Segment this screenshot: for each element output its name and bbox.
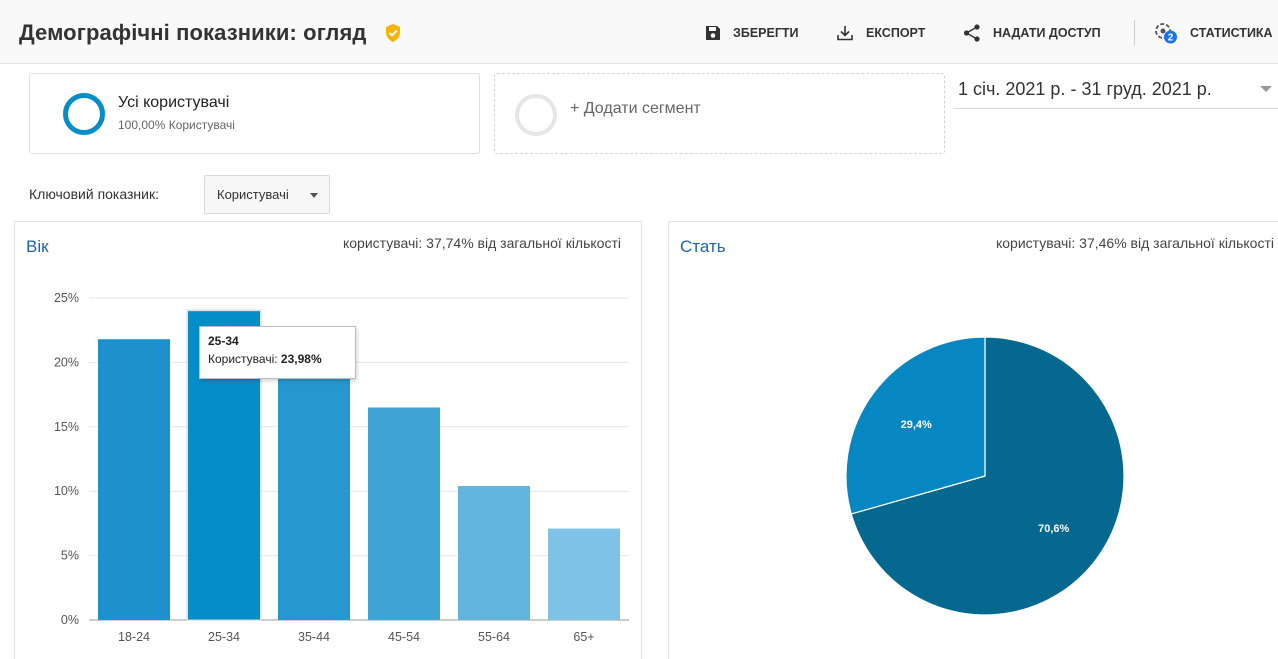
save-label: ЗБЕРЕГТИ bbox=[733, 26, 799, 40]
age-x-axis: 18-24 25-34 35-44 45-54 55-64 65+ bbox=[118, 630, 595, 644]
key-metric-label: Ключовий показник: bbox=[29, 186, 159, 202]
date-range-picker[interactable]: 1 січ. 2021 р. - 31 груд. 2021 р. bbox=[954, 74, 1278, 109]
bar-tooltip: 25-34 Користувачі: 23,98% bbox=[199, 326, 356, 379]
toolbar-divider bbox=[1134, 20, 1135, 46]
gender-card: Стать користувачі: 37,46% від загальної … bbox=[668, 221, 1278, 659]
add-segment-label: + Додати сегмент bbox=[570, 100, 701, 117]
age-card-title[interactable]: Вік bbox=[26, 237, 49, 257]
age-y-axis: 0% 5% 10% 15% 20% 25% bbox=[54, 291, 79, 627]
chevron-down-icon bbox=[310, 193, 318, 198]
insights-button[interactable]: 2 СТАТИСТИКА bbox=[1153, 22, 1273, 44]
bar-35-44[interactable] bbox=[278, 344, 350, 620]
y-tick-label: 15% bbox=[54, 420, 79, 434]
bar-45-54[interactable] bbox=[368, 407, 440, 620]
x-tick-label: 65+ bbox=[573, 630, 594, 644]
tooltip-row: Користувачі: 23,98% bbox=[208, 350, 347, 368]
segment-all-users[interactable]: Усі користувачі 100,00% Користувачі bbox=[29, 73, 480, 154]
empty-segment-ring-icon bbox=[515, 94, 557, 136]
segment-name: Усі користувачі bbox=[118, 94, 230, 111]
tooltip-metric: Користувачі: bbox=[208, 352, 278, 366]
x-tick-label: 35-44 bbox=[298, 630, 330, 644]
insights-icon: 2 bbox=[1155, 23, 1177, 44]
download-icon bbox=[837, 26, 853, 41]
verified-shield-icon bbox=[386, 24, 400, 42]
share-icon bbox=[963, 24, 980, 42]
x-tick-label: 55-64 bbox=[478, 630, 510, 644]
key-metric-select[interactable]: Користувачі bbox=[204, 175, 330, 214]
share-label: НАДАТИ ДОСТУП bbox=[993, 26, 1101, 40]
date-range-text: 1 січ. 2021 р. - 31 груд. 2021 р. bbox=[958, 79, 1212, 99]
save-button[interactable]: ЗБЕРЕГТИ bbox=[704, 22, 799, 44]
dropdown-arrow-icon bbox=[1260, 86, 1272, 92]
tooltip-category: 25-34 bbox=[208, 334, 239, 348]
age-card: 0% 5% 10% 15% 20% 25% 18-24 25-34 35-44 45-54 55-… bbox=[14, 221, 642, 659]
share-button[interactable]: НАДАТИ ДОСТУП bbox=[962, 22, 1101, 44]
export-label: ЕКСПОРТ bbox=[866, 26, 926, 40]
add-segment-button[interactable]: + Додати сегмент bbox=[494, 73, 945, 154]
segment-share: 100,00% Користувачі bbox=[118, 118, 235, 132]
bar-65+[interactable] bbox=[548, 528, 620, 620]
tooltip-value: 23,98% bbox=[280, 352, 322, 366]
key-metric-value: Користувачі bbox=[217, 187, 289, 202]
x-tick-label: 45-54 bbox=[388, 630, 420, 644]
age-card-note: користувачі: 37,74% від загальної кілько… bbox=[342, 235, 621, 251]
age-bars bbox=[98, 309, 620, 621]
segment-ring-icon bbox=[63, 93, 105, 135]
bar-55-64[interactable] bbox=[458, 486, 530, 620]
page-title: Демографічні показники: огляд bbox=[19, 20, 367, 45]
x-tick-label: 25-34 bbox=[208, 630, 240, 644]
page-header: Демографічні показники: огляд ЗБЕРЕГТИ Е… bbox=[0, 0, 1278, 64]
pie-value-label: 29,4% bbox=[901, 419, 932, 431]
save-icon bbox=[706, 26, 720, 40]
insights-count-badge: 2 bbox=[1168, 33, 1174, 44]
y-tick-label: 25% bbox=[54, 291, 79, 305]
y-tick-label: 20% bbox=[54, 355, 79, 369]
pie-value-label: 70,6% bbox=[1038, 523, 1069, 535]
y-tick-label: 5% bbox=[61, 549, 79, 563]
x-tick-label: 18-24 bbox=[118, 630, 150, 644]
gender-pie-chart: 70,6% 29,4% bbox=[845, 336, 1125, 616]
export-button[interactable]: ЕКСПОРТ bbox=[835, 22, 925, 44]
bar-18-24[interactable] bbox=[98, 339, 170, 620]
age-bar-chart: 0% 5% 10% 15% 20% 25% 18-24 25-34 35-44 45-54 55-… bbox=[54, 291, 629, 644]
insights-label: СТАТИСТИКА bbox=[1190, 26, 1273, 40]
y-tick-label: 0% bbox=[61, 613, 79, 627]
y-tick-label: 10% bbox=[54, 484, 79, 498]
